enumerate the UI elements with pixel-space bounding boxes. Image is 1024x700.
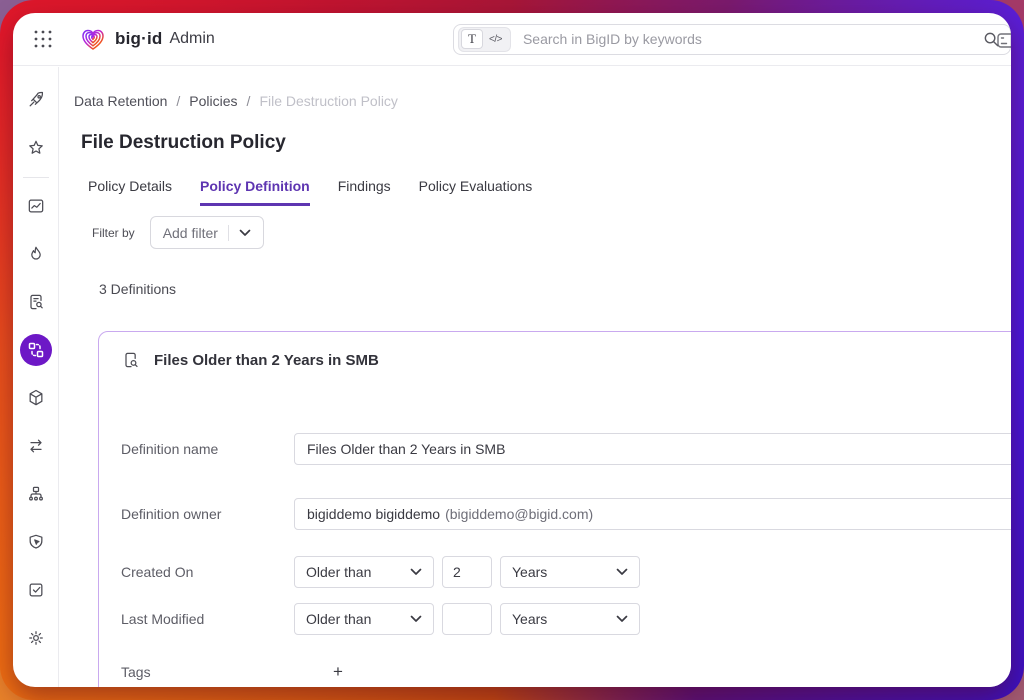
chevron-down-icon bbox=[616, 568, 628, 576]
filter-by-label: Filter by bbox=[92, 226, 135, 240]
filter-row: Filter by Add filter bbox=[92, 216, 1011, 249]
hierarchy-icon bbox=[26, 484, 46, 504]
last-modified-label: Last Modified bbox=[121, 611, 294, 627]
main-content: Data Retention / Policies / File Destruc… bbox=[59, 67, 1011, 687]
tab-policy-details[interactable]: Policy Details bbox=[88, 178, 172, 206]
chevron-down-icon bbox=[410, 568, 422, 576]
definitions-count: 3 Definitions bbox=[99, 281, 1011, 297]
task-check-icon bbox=[26, 580, 46, 600]
global-search[interactable]: T </> Search in BigID by keywords bbox=[453, 24, 1011, 55]
definition-card-header: Files Older than 2 Years in SMB bbox=[121, 350, 1011, 370]
last-modified-unit-value: Years bbox=[512, 611, 547, 627]
definition-card: Files Older than 2 Years in SMB Definiti… bbox=[98, 331, 1011, 687]
add-filter-button[interactable]: Add filter bbox=[150, 216, 264, 249]
created-on-unit-value: Years bbox=[512, 564, 547, 580]
owner-email: (bigiddemo@bigid.com) bbox=[445, 506, 593, 522]
sidebar-item-reports[interactable] bbox=[25, 195, 47, 217]
created-on-row: Created On Older than Years bbox=[121, 556, 1011, 588]
app-launcher-icon[interactable] bbox=[33, 29, 53, 49]
last-modified-unit-select[interactable]: Years bbox=[500, 603, 640, 635]
breadcrumb-data-retention[interactable]: Data Retention bbox=[74, 93, 167, 109]
breadcrumb: Data Retention / Policies / File Destruc… bbox=[74, 93, 1011, 109]
sidebar-item-favorites[interactable] bbox=[25, 137, 47, 159]
transfer-arrows-icon bbox=[26, 436, 46, 456]
definition-owner-row: Definition owner bigiddemo bigiddemo (bi… bbox=[121, 498, 1011, 530]
owner-name: bigiddemo bigiddemo bbox=[307, 506, 440, 522]
sidebar-item-hotspots[interactable] bbox=[25, 243, 47, 265]
last-modified-amount-input[interactable] bbox=[442, 603, 492, 635]
search-placeholder[interactable]: Search in BigID by keywords bbox=[523, 31, 983, 47]
brand-suffix: Admin bbox=[169, 30, 214, 48]
flame-icon bbox=[26, 244, 46, 264]
sidebar-item-policies-active[interactable] bbox=[20, 334, 52, 366]
shield-pointer-icon bbox=[26, 532, 46, 552]
created-on-unit-select[interactable]: Years bbox=[500, 556, 640, 588]
last-modified-operator-value: Older than bbox=[306, 611, 371, 627]
sidebar-item-settings[interactable] bbox=[25, 627, 47, 649]
chevron-down-icon bbox=[239, 229, 251, 237]
sidebar-item-access[interactable] bbox=[25, 531, 47, 553]
text-mode-button[interactable]: T bbox=[461, 29, 483, 49]
definition-search-icon bbox=[121, 350, 141, 370]
definition-name-label: Definition name bbox=[121, 441, 294, 457]
tab-policy-definition[interactable]: Policy Definition bbox=[200, 178, 310, 206]
app-window: big·id Admin T </> Search in BigID by ke… bbox=[13, 13, 1011, 687]
last-modified-operator-select[interactable]: Older than bbox=[294, 603, 434, 635]
cube-icon bbox=[26, 388, 46, 408]
rocket-icon bbox=[26, 90, 46, 110]
icon-sidebar bbox=[13, 67, 59, 687]
definition-name-row: Definition name bbox=[121, 433, 1011, 465]
definition-owner-input[interactable]: bigiddemo bigiddemo (bigiddemo@bigid.com… bbox=[294, 498, 1011, 530]
tags-label: Tags bbox=[121, 664, 294, 680]
gear-icon bbox=[26, 628, 46, 648]
created-on-operator-select[interactable]: Older than bbox=[294, 556, 434, 588]
sidebar-item-catalog[interactable] bbox=[25, 291, 47, 313]
brand-name: big·id bbox=[115, 29, 162, 49]
tab-policy-evaluations[interactable]: Policy Evaluations bbox=[419, 178, 533, 206]
chevron-down-icon bbox=[616, 615, 628, 623]
sidebar-divider bbox=[23, 177, 49, 178]
sidebar-item-getting-started[interactable] bbox=[25, 89, 47, 111]
code-mode-button[interactable]: </> bbox=[483, 34, 508, 45]
sidebar-item-hierarchy[interactable] bbox=[25, 483, 47, 505]
gradient-frame: big·id Admin T </> Search in BigID by ke… bbox=[0, 0, 1024, 700]
tab-bar: Policy Details Policy Definition Finding… bbox=[88, 178, 1011, 206]
partial-toolbar-icon[interactable] bbox=[997, 33, 1011, 49]
breadcrumb-separator: / bbox=[176, 93, 180, 109]
chart-icon bbox=[26, 196, 46, 216]
definition-owner-label: Definition owner bbox=[121, 506, 294, 522]
created-on-label: Created On bbox=[121, 564, 294, 580]
sidebar-item-tasks[interactable] bbox=[25, 579, 47, 601]
definition-title: Files Older than 2 Years in SMB bbox=[154, 352, 379, 369]
chevron-down-icon bbox=[410, 615, 422, 623]
tags-row: Tags + bbox=[121, 663, 1011, 680]
bigid-logo-icon bbox=[79, 25, 107, 53]
button-divider bbox=[228, 225, 229, 241]
star-icon bbox=[26, 138, 46, 158]
policy-flow-icon bbox=[20, 334, 52, 366]
sidebar-item-inventory[interactable] bbox=[25, 387, 47, 409]
page-title: File Destruction Policy bbox=[81, 132, 1011, 154]
breadcrumb-separator: / bbox=[247, 93, 251, 109]
created-on-amount-input[interactable] bbox=[442, 556, 492, 588]
top-bar: big·id Admin T </> Search in BigID by ke… bbox=[13, 13, 1011, 66]
last-modified-row: Last Modified Older than Years bbox=[121, 603, 1011, 635]
created-on-operator-value: Older than bbox=[306, 564, 371, 580]
search-mode-toggle: T </> bbox=[458, 27, 511, 52]
definition-name-input[interactable] bbox=[294, 433, 1011, 465]
add-tag-button[interactable]: + bbox=[333, 663, 343, 680]
sidebar-item-data-flows[interactable] bbox=[25, 435, 47, 457]
breadcrumb-current: File Destruction Policy bbox=[259, 93, 398, 109]
report-search-icon bbox=[26, 292, 46, 312]
add-filter-label: Add filter bbox=[163, 225, 218, 241]
breadcrumb-policies[interactable]: Policies bbox=[189, 93, 237, 109]
tab-findings[interactable]: Findings bbox=[338, 178, 391, 206]
